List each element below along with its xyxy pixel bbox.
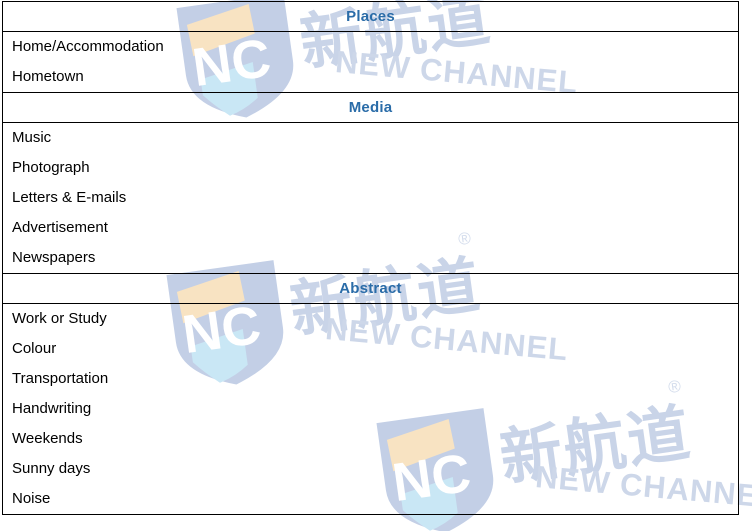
list-item: Handwriting [12, 400, 92, 417]
list-item: Letters & E-mails [12, 189, 127, 206]
list-item: Home/Accommodation [12, 38, 164, 55]
section-items-places: Home/Accommodation Hometown [2, 31, 739, 93]
section-header-media: Media [2, 92, 739, 123]
table-row: Media [2, 92, 739, 123]
table-row: Abstract [2, 273, 739, 304]
list-item: Work or Study [12, 310, 107, 327]
list-item: Sunny days [12, 460, 91, 477]
list-item: Weekends [12, 430, 83, 447]
item-list: Work or Study Colour Transportation Hand… [3, 304, 738, 514]
section-header-abstract: Abstract [2, 273, 739, 304]
table-row: Home/Accommodation Hometown [2, 31, 739, 93]
list-item: Music [12, 129, 52, 146]
list-item: Photograph [12, 159, 90, 176]
item-list: Music Photograph Letters & E-mails Adver… [3, 123, 738, 273]
section-header-places: Places [2, 1, 739, 32]
list-item: Noise [12, 490, 51, 507]
section-items-media: Music Photograph Letters & E-mails Adver… [2, 122, 739, 274]
list-item: Transportation [12, 370, 109, 387]
document-page: NC 新航道 ® NEW CHANNEL NC 新航道 ® NEW CHANNE… [0, 0, 752, 531]
table-layer: Places Home/Accommodation Hometown Media [0, 0, 752, 531]
topic-table: Places Home/Accommodation Hometown Media [2, 1, 739, 515]
list-item: Advertisement [12, 219, 108, 236]
list-item: Newspapers [12, 249, 96, 266]
table-row: Music Photograph Letters & E-mails Adver… [2, 122, 739, 274]
list-item: Hometown [12, 68, 84, 85]
table-row: Places [2, 1, 739, 32]
item-list: Home/Accommodation Hometown [3, 32, 738, 92]
list-item: Colour [12, 340, 57, 357]
table-row: Work or Study Colour Transportation Hand… [2, 303, 739, 515]
section-items-abstract: Work or Study Colour Transportation Hand… [2, 303, 739, 515]
